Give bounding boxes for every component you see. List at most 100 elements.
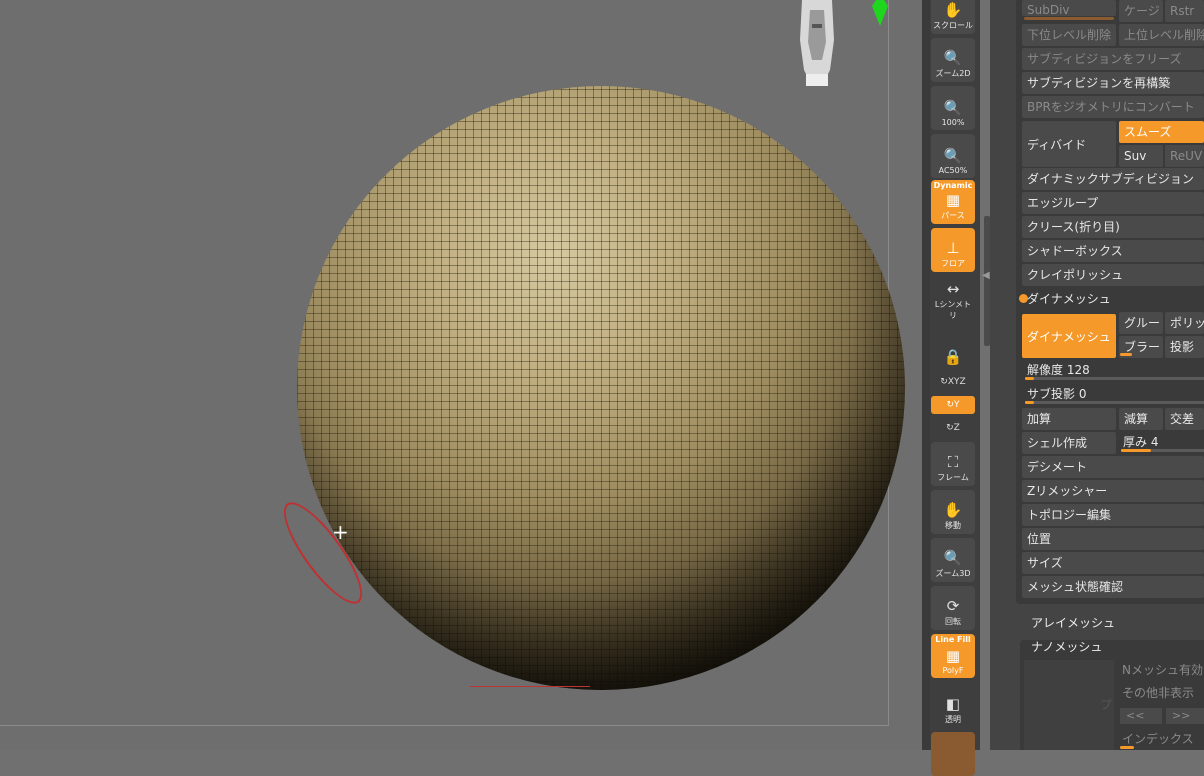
polish-button[interactable]: ポリッ	[1165, 312, 1204, 334]
symmetry-button[interactable]: ↔ Lシンメトリ	[931, 280, 975, 324]
move-button[interactable]: ✋ 移動	[931, 490, 975, 534]
menu-claypolish[interactable]: クレイポリッシュ	[1022, 264, 1204, 286]
xyz-rotation-button[interactable]: ↻XYZ	[931, 373, 975, 391]
menu-size[interactable]: サイズ	[1022, 552, 1204, 574]
delete-higher-button[interactable]: 上位レベル削除	[1119, 24, 1204, 46]
magnifier-icon: 🔍	[943, 49, 963, 67]
nanomesh-others-button[interactable]: その他非表示	[1122, 684, 1194, 701]
nanomesh-index-slider[interactable]: インデックス	[1122, 730, 1194, 747]
zoom100-label: 100%	[941, 118, 965, 127]
rotate-label: 回転	[945, 617, 961, 626]
menu-zremesher[interactable]: Zリメッシャー	[1022, 480, 1204, 502]
zoom2d-button[interactable]: 🔍 ズーム2D	[931, 38, 975, 82]
rotate-button[interactable]: ⟳ 回転	[931, 586, 975, 630]
perspective-button[interactable]: Dynamic ▦ パース	[931, 180, 975, 224]
shadowbox-label: シャドーボックス	[1027, 244, 1123, 258]
dynamesh-button-label: ダイナメッシュ	[1027, 329, 1111, 344]
scroll-button[interactable]: ✋ スクロール	[931, 0, 975, 34]
menu-crease[interactable]: クリース(折り目)	[1022, 216, 1204, 238]
blur-label: ブラー	[1124, 340, 1161, 354]
menu-position[interactable]: 位置	[1022, 528, 1204, 550]
y-rotation-button[interactable]: ↻Y	[931, 396, 975, 414]
menu-decimate[interactable]: デシメート	[1022, 456, 1204, 478]
nanomesh-prev-button[interactable]: <<	[1120, 708, 1162, 724]
lock-button[interactable]: 🔒	[931, 326, 975, 370]
menu-topology[interactable]: トポロジー編集	[1022, 504, 1204, 526]
menu-shadowbox[interactable]: シャドーボックス	[1022, 240, 1204, 262]
subproject-fill	[1025, 401, 1035, 404]
floor-button[interactable]: ⊥ フロア	[931, 228, 975, 272]
rotate-icon: ⟳	[946, 597, 960, 615]
create-shell-button[interactable]: シェル作成	[1022, 432, 1116, 454]
resolution-track	[1025, 377, 1204, 380]
symmetry-icon: ↔	[946, 280, 960, 298]
freeze-subdiv-button[interactable]: サブディビジョンをフリーズ	[1022, 48, 1204, 70]
menu-edge-loop[interactable]: エッジループ	[1022, 192, 1204, 214]
subtract-button[interactable]: 減算	[1119, 408, 1163, 430]
groups-label: グルー	[1124, 316, 1163, 330]
transparent-label: 透明	[945, 715, 961, 724]
nanomesh-index-fill	[1120, 746, 1134, 749]
subproject-slider[interactable]: サブ投影 0	[1022, 384, 1204, 406]
smooth-button[interactable]: スムーズ	[1119, 121, 1204, 143]
thickness-fill	[1121, 449, 1152, 452]
reconstruct-subdiv-label: サブディビジョンを再構築	[1027, 76, 1171, 90]
divide-label: ディバイド	[1027, 137, 1087, 152]
array-mesh-header[interactable]: アレイメッシュ	[1031, 614, 1115, 631]
reuv-button[interactable]: ReUV	[1165, 145, 1204, 167]
menu-dynamesh-section[interactable]: ダイナメッシュ	[1022, 288, 1204, 310]
zoom3d-button[interactable]: 🔍 ズーム3D	[931, 538, 975, 582]
rotate-y-icon: ↻Y	[946, 400, 960, 410]
project-button[interactable]: 投影	[1165, 336, 1204, 358]
size-label: サイズ	[1027, 556, 1063, 570]
frame-button[interactable]: ⛶ フレーム	[931, 442, 975, 486]
nanomesh-enable-button[interactable]: Nメッシュ有効	[1122, 661, 1203, 678]
linefill-label: Line Fill	[935, 635, 971, 644]
xyz-label: XYZ	[947, 377, 966, 387]
floor-label: フロア	[941, 259, 965, 268]
rstr-button[interactable]: Rstr	[1165, 0, 1204, 22]
canvas-viewport[interactable]: +	[0, 0, 922, 750]
z-rotation-button[interactable]: ↻Z	[931, 419, 975, 437]
claypolish-label: クレイポリッシュ	[1027, 268, 1124, 282]
crease-label: クリース(折り目)	[1027, 220, 1120, 234]
intersect-button[interactable]: 交差	[1165, 408, 1204, 430]
transparent-button[interactable]: ◧ 透明	[931, 684, 975, 728]
menu-mesh-check[interactable]: メッシュ状態確認	[1022, 576, 1204, 598]
reconstruct-subdiv-button[interactable]: サブディビジョンを再構築	[1022, 72, 1204, 94]
delete-lower-button[interactable]: 下位レベル削除	[1022, 24, 1116, 46]
resolution-fill	[1025, 377, 1035, 380]
cage-button[interactable]: ケージ	[1119, 0, 1163, 22]
collapse-arrow-icon[interactable]: ◀	[982, 270, 990, 281]
ac50-label: AC50%	[938, 166, 968, 175]
project-label: 投影	[1170, 340, 1195, 354]
subproject-track	[1025, 401, 1204, 404]
polyf-button[interactable]: Line Fill ▦ PolyF	[931, 634, 975, 678]
navigation-head-icon[interactable]	[794, 0, 840, 86]
zoom2d-label: ズーム2D	[935, 69, 971, 78]
nanomesh-index-label: インデックス	[1122, 732, 1194, 746]
dynamesh-button[interactable]: ダイナメッシュ	[1022, 314, 1116, 358]
menu-dynamic-subdiv[interactable]: ダイナミックサブディビジョン	[1022, 168, 1204, 190]
right-shelf: ✋ スクロール 🔍 ズーム2D 🔍 100% 🔍 AC50% Dynamic ▦…	[930, 0, 980, 776]
nanomesh-next-button[interactable]: >>	[1166, 708, 1204, 724]
groups-button[interactable]: グルー	[1119, 312, 1163, 334]
nanomesh-preview[interactable]: プ	[1024, 660, 1114, 750]
create-shell-label: シェル作成	[1027, 436, 1088, 450]
ac50-button[interactable]: 🔍 AC50%	[931, 134, 975, 178]
add-button[interactable]: 加算	[1022, 408, 1116, 430]
divide-button[interactable]: ディバイド	[1022, 121, 1116, 167]
thickness-slider[interactable]: 厚み 4	[1118, 432, 1204, 454]
grid-perspective-icon: ▦	[945, 191, 961, 209]
axis-line	[470, 686, 590, 687]
suv-button[interactable]: Suv	[1119, 145, 1163, 167]
subdiv-slider[interactable]: SubDiv	[1022, 0, 1116, 16]
bpr-convert-button[interactable]: BPRをジオメトリにコンバート	[1022, 96, 1204, 118]
zoom100-button[interactable]: 🔍 100%	[931, 86, 975, 130]
thickness-label: 厚み 4	[1123, 435, 1159, 449]
magnifier-icon: 🔍	[943, 549, 963, 567]
nanomesh-header[interactable]: ナノメッシュ	[1031, 638, 1102, 655]
dynamesh-section-label: ダイナメッシュ	[1027, 292, 1111, 306]
solo-button[interactable]	[931, 732, 975, 776]
resolution-slider[interactable]: 解像度 128	[1022, 360, 1204, 382]
